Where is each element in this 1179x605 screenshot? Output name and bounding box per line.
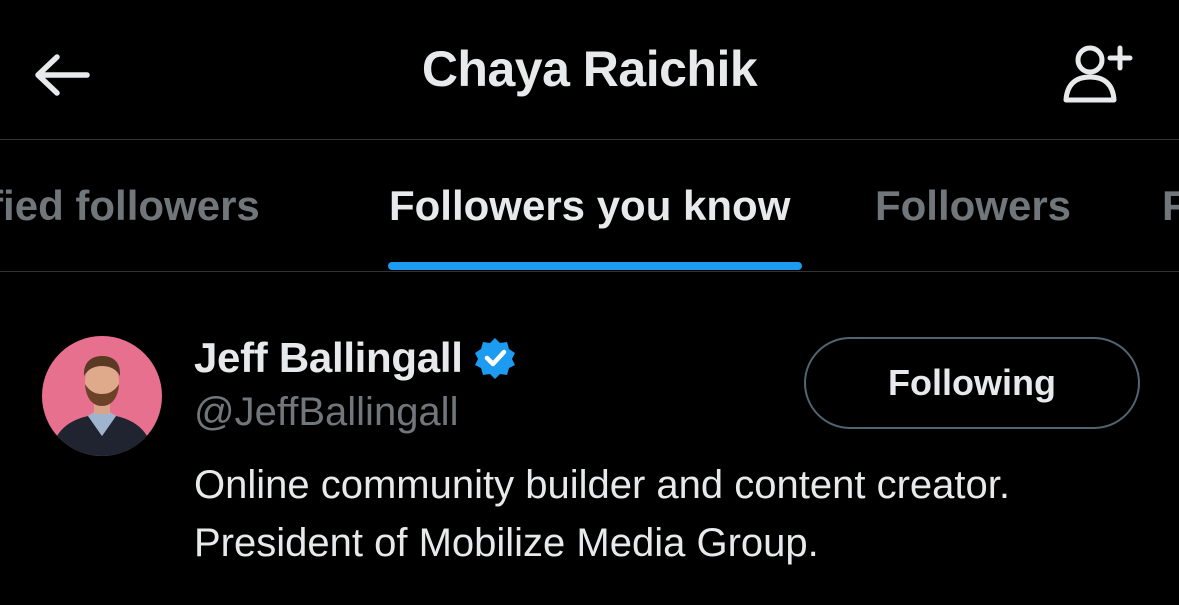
follower-tabs: Verified followers Followers you know Fo… — [0, 140, 1179, 272]
avatar[interactable] — [42, 336, 162, 456]
person-add-icon — [1063, 45, 1133, 103]
tab-following[interactable]: Following — [1162, 182, 1179, 230]
following-button[interactable]: Following — [804, 337, 1140, 429]
page-title: Chaya Raichik — [421, 41, 758, 97]
user-handle[interactable]: @JeffBallingall — [194, 390, 458, 435]
bio-line: President of Mobilize Media Group. — [194, 521, 819, 565]
user-name-line[interactable]: Jeff Ballingall — [194, 334, 517, 382]
tab-verified-followers[interactable]: Verified followers — [0, 182, 260, 230]
active-tab-indicator — [388, 262, 802, 270]
tab-followers[interactable]: Followers — [875, 182, 1071, 230]
user-bio: Online community builder and content cre… — [194, 456, 1154, 572]
top-bar: Chaya Raichik — [0, 0, 1179, 140]
add-user-button[interactable] — [1052, 34, 1142, 114]
user-display-name: Jeff Ballingall — [194, 334, 463, 381]
bio-line: Online community builder and content cre… — [194, 463, 1010, 507]
profile-photo-icon — [42, 336, 162, 456]
user-cell[interactable]: Jeff Ballingall @JeffBallingall Followin… — [0, 272, 1179, 605]
verified-badge-icon — [474, 338, 515, 379]
tab-followers-you-know[interactable]: Followers you know — [389, 182, 790, 230]
